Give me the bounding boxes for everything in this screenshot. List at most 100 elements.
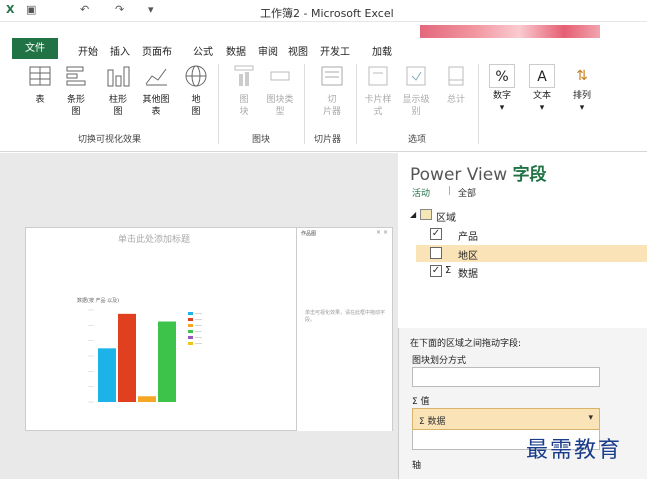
field-label-product[interactable]: 产品	[458, 228, 478, 243]
tiles-icon	[234, 65, 254, 86]
values-field-item-label: Σ 数据	[419, 417, 446, 427]
tab-data[interactable]: 数据	[226, 43, 246, 58]
table-icon	[420, 209, 432, 220]
table-button[interactable]: 表	[22, 64, 58, 106]
tab-file[interactable]: 文件	[12, 38, 58, 59]
tiles-button-label: 图 块	[239, 95, 249, 117]
pane-title-text: Power View	[410, 165, 513, 185]
tile-by-drop-zone[interactable]	[412, 367, 600, 387]
title-bar: X ▣ ↶ ↷ ▾ 工作簿2 - Microsoft Excel	[0, 0, 647, 22]
group-separator	[218, 64, 219, 144]
map-button[interactable]: 地 图	[178, 64, 214, 118]
window-title: 工作簿2 - Microsoft Excel	[260, 7, 394, 20]
tab-active[interactable]: 活动	[412, 186, 430, 199]
field-label-data[interactable]: 数据	[458, 265, 478, 280]
legend-swatch	[188, 312, 193, 315]
values-field-item[interactable]: Σ 数据 ▾	[412, 408, 600, 430]
group-label-slicer: 切片器	[314, 135, 342, 145]
slicer-icon	[321, 66, 343, 86]
tab-view[interactable]: 视图	[288, 43, 308, 58]
tab-developer[interactable]: 开发工	[320, 43, 350, 58]
save-icon[interactable]: ▣	[26, 3, 36, 16]
slicer-button-label: 切 片器	[322, 95, 341, 117]
column-chart[interactable]: 数据(按 产品 以及)	[60, 290, 220, 410]
axis-label: 轴	[412, 461, 422, 471]
chart-bar-C[interactable]	[138, 396, 156, 402]
pane-title: Power View 字段	[410, 160, 547, 185]
expand-icon[interactable]: ◢	[410, 210, 416, 219]
filters-area[interactable]: 作品图 × × 单击可视化效果，请在此框中拖动字段。	[296, 228, 392, 431]
field-label-region[interactable]: 地区	[458, 247, 478, 262]
tab-insert[interactable]: 插入	[110, 43, 130, 58]
tiles-button[interactable]: 图 块	[226, 64, 262, 118]
table-icon	[29, 66, 51, 86]
drag-hint: 在下面的区域之间拖动字段:	[410, 339, 522, 349]
tab-page-layout[interactable]: 页面布	[142, 43, 172, 58]
show-level-button[interactable]: 显示级 别	[398, 64, 434, 118]
other-chart-button[interactable]: 其他图 表	[138, 64, 174, 118]
sheet-title-placeholder[interactable]: 单击此处添加标题	[118, 232, 190, 245]
show-level-button-label: 显示级 别	[402, 95, 430, 117]
text-format-button[interactable]: A 文本 ▾	[524, 64, 560, 114]
other-chart-button-label: 其他图 表	[142, 95, 170, 117]
line-chart-icon	[145, 68, 167, 86]
card-style-button-label: 卡片样 式	[364, 95, 392, 117]
tab-all[interactable]: 全部	[458, 186, 476, 199]
tab-formulas[interactable]: 公式	[193, 43, 213, 58]
tile-by-label: 图块划分方式	[412, 356, 467, 366]
table-name[interactable]: 区域	[436, 209, 456, 224]
group-label-tiles: 图块	[252, 135, 271, 145]
legend-swatch	[188, 318, 193, 321]
column-chart-button-label: 柱形 图	[108, 95, 127, 117]
percent-icon: %	[489, 64, 515, 88]
tile-type-button-label: 图块类 型	[266, 95, 294, 117]
slicer-button[interactable]: 切 片器	[314, 64, 350, 118]
number-format-label: 数字	[492, 91, 511, 101]
tab-home[interactable]: 开始	[78, 43, 98, 58]
text-format-label: 文本	[532, 91, 551, 101]
tab-separator: |	[448, 186, 452, 196]
group-separator	[304, 64, 305, 144]
field-checkbox-region[interactable]	[430, 247, 442, 259]
tab-review[interactable]: 审阅	[258, 43, 278, 58]
group-separator	[356, 64, 357, 144]
watermark: 最需教育	[526, 438, 623, 463]
ribbon: 表 条形 图 柱形 图 其他图 表 地 图 切换可视化效果 图 块 图块类 型 …	[0, 60, 647, 152]
filters-title: 作品图	[301, 231, 317, 237]
customize-qat-icon[interactable]: ▾	[148, 3, 154, 16]
bar-chart-button-label: 条形 图	[66, 95, 85, 117]
show-level-icon	[406, 66, 426, 86]
tab-addins[interactable]: 加载	[372, 43, 392, 58]
tile-type-button[interactable]: 图块类 型	[262, 64, 298, 118]
undo-icon[interactable]: ↶	[80, 3, 89, 16]
redo-icon[interactable]: ↷	[115, 3, 124, 16]
arrange-button[interactable]: ⇅ 排列 ▾	[564, 64, 600, 114]
chart-bar-B[interactable]	[118, 313, 136, 402]
chart-bar-A[interactable]	[98, 348, 116, 402]
tile-type-icon	[270, 71, 290, 81]
chevron-down-icon: ▾	[579, 103, 585, 113]
chevron-down-icon: ▾	[539, 103, 545, 113]
excel-logo-icon: X	[6, 3, 15, 16]
field-checkbox-product[interactable]: ✓	[430, 228, 442, 240]
field-checkbox-data[interactable]: ✓	[430, 265, 442, 277]
chart-bar-D[interactable]	[158, 321, 176, 403]
chart-title: 数据(按 产品 以及)	[77, 297, 119, 304]
total-button[interactable]: 总计	[438, 64, 474, 106]
globe-icon	[185, 65, 207, 87]
close-icon[interactable]: × ×	[376, 229, 388, 236]
values-label: Σ 值	[412, 397, 430, 407]
number-format-button[interactable]: % 数字 ▾	[484, 64, 520, 114]
column-chart-button[interactable]: 柱形 图	[100, 64, 136, 118]
group-label-switch-visualization: 切换可视化效果	[78, 135, 142, 145]
table-button-label: 表	[35, 95, 45, 105]
total-icon	[448, 66, 464, 86]
column-chart-icon	[107, 66, 130, 87]
chevron-down-icon[interactable]: ▾	[588, 413, 593, 423]
map-button-label: 地 图	[191, 95, 201, 117]
legend-swatch	[188, 330, 193, 333]
card-style-button[interactable]: 卡片样 式	[360, 64, 396, 118]
bar-chart-button[interactable]: 条形 图	[58, 64, 94, 118]
bar-chart-icon	[66, 66, 86, 86]
legend-swatch	[188, 342, 193, 345]
